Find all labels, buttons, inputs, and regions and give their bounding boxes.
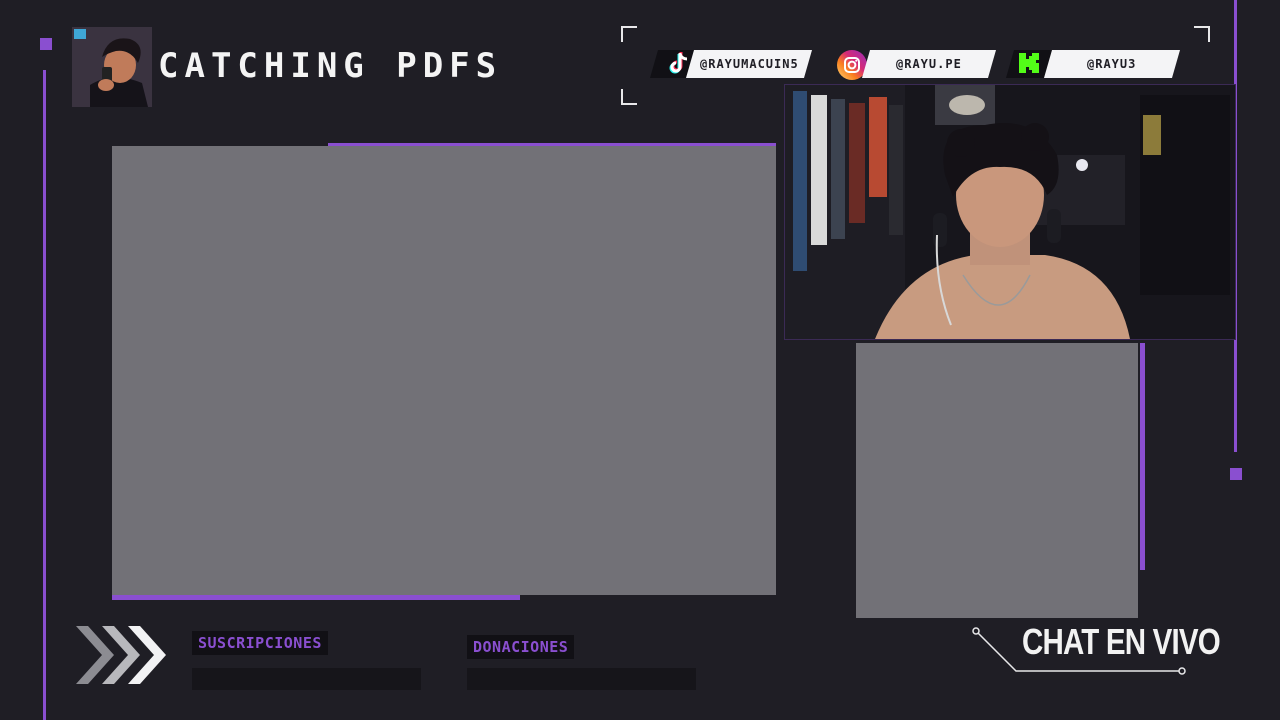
- chat-title: CHAT EN VIVO: [1022, 621, 1221, 662]
- social-tiktok-handle: @RAYUMACUIN5: [699, 57, 799, 71]
- streamer-avatar: [72, 27, 152, 107]
- social-kick-handle-box: @RAYU3: [1043, 50, 1181, 78]
- kick-icon: [1019, 53, 1039, 73]
- social-kick[interactable]: [1014, 48, 1044, 78]
- right-accent-square: [1230, 468, 1242, 480]
- chevrons-decoration: [74, 624, 170, 686]
- social-corner-tl: [621, 26, 637, 42]
- main-screen-area: [112, 146, 776, 595]
- webcam-feed: [784, 84, 1236, 340]
- top-left-accent-square: [40, 38, 52, 50]
- left-frame-line: [43, 70, 46, 720]
- subscriptions-label: SUSCRIPCIONES: [192, 631, 328, 655]
- donations-label: DONACIONES: [467, 635, 575, 659]
- webcam-image: [785, 85, 1235, 339]
- social-instagram-handle-box: @RAYU.PE: [861, 50, 997, 78]
- streamer-avatar-icon: [72, 27, 152, 107]
- social-instagram-handle: @RAYU.PE: [896, 57, 962, 71]
- social-kick-handle: @RAYU3: [1087, 57, 1137, 71]
- donations-value-box: [467, 668, 696, 690]
- subscriptions-value-box: [192, 668, 421, 690]
- chevrons-icon: [76, 626, 166, 684]
- social-corner-bl: [621, 89, 637, 105]
- social-corner-tr: [1194, 26, 1210, 42]
- stream-title: CATCHING PDFS: [158, 46, 503, 86]
- screen-bottom-accent: [112, 595, 520, 600]
- social-tiktok-handle-box: @RAYUMACUIN5: [685, 50, 813, 78]
- chat-panel-area: [856, 343, 1138, 618]
- chat-panel-accent: [1140, 343, 1145, 570]
